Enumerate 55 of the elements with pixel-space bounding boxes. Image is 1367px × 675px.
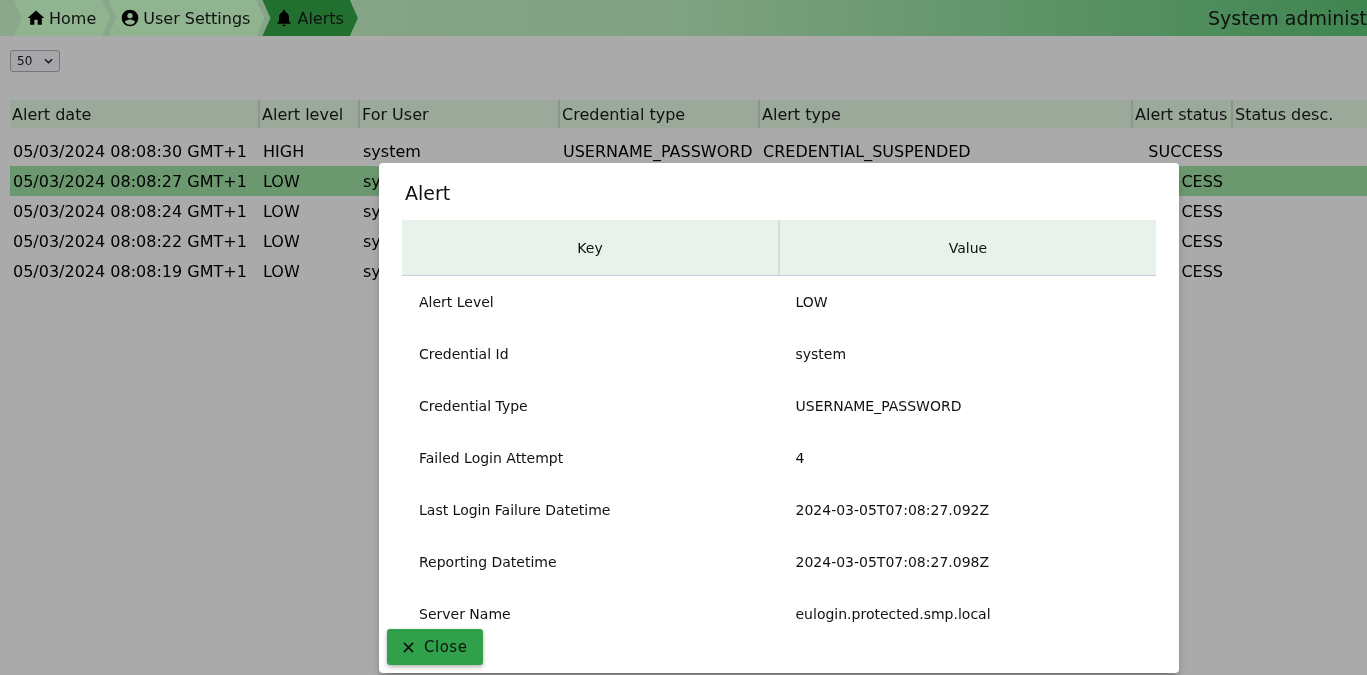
table-cell: sy [363, 171, 381, 191]
table-cell: HIGH [263, 141, 305, 161]
table-cell: eulogin.protected.smp.local [795, 606, 991, 622]
table-cell: 05/03/2024 08:08:22 GMT+1 [13, 231, 247, 251]
table-cell: 2024-03-05T07:08:27.098Z [795, 554, 990, 570]
table-cell: Server Name [419, 606, 511, 622]
user-icon [120, 8, 141, 28]
table-cell: CESS [1181, 201, 1223, 221]
table-row[interactable]: 05/03/2024 08:08:30 GMT+1 HIGH system USERNAME_PASSWORD CREDENTIAL_SUSPENDED SUCCESS [10, 136, 1367, 166]
table-cell: 05/03/2024 08:08:27 GMT+1 [13, 171, 247, 191]
column-header[interactable]: Key [402, 220, 780, 275]
column-header[interactable]: Alert status [1133, 100, 1233, 128]
table-cell: 4 [795, 450, 805, 466]
column-header[interactable]: Credential type [560, 100, 760, 128]
table-cell: CREDENTIAL_SUSPENDED [763, 141, 971, 161]
column-header[interactable]: For User [360, 100, 560, 128]
table-cell: Credential Id [419, 346, 509, 362]
table-cell: 05/03/2024 08:08:24 GMT+1 [13, 201, 247, 221]
table-cell: sy [363, 231, 381, 251]
dialog-title: Alert [404, 181, 452, 206]
table-cell: 05/03/2024 08:08:19 GMT+1 [13, 261, 247, 281]
column-header[interactable]: Status desc. [1233, 100, 1367, 128]
table-cell: sy [363, 201, 381, 221]
caret-icon [44, 58, 53, 64]
table-cell: Last Login Failure Datetime [419, 502, 611, 518]
close-button[interactable]: Close [387, 629, 484, 665]
table-cell: Reporting Datetime [419, 554, 557, 570]
header-title: System administ [1207, 7, 1367, 29]
table-cell: LOW [263, 201, 300, 221]
table-cell: CESS [1181, 171, 1223, 191]
table-cell: SUCCESS [1148, 141, 1223, 161]
table-cell: system [363, 141, 421, 161]
table-cell: sy [363, 261, 381, 281]
column-header[interactable]: Alert type [760, 100, 1133, 128]
column-header[interactable]: Value [780, 220, 1156, 275]
table-cell: LOW [795, 294, 828, 310]
table-cell: LOW [263, 261, 300, 281]
table-cell: Failed Login Attempt [419, 450, 564, 466]
table-cell: system [795, 346, 847, 362]
close-icon [403, 641, 414, 653]
table-cell: USERNAME_PASSWORD [795, 398, 962, 414]
table-cell: LOW [263, 231, 300, 251]
column-header[interactable]: Alert date [10, 100, 260, 128]
table-cell: Alert Level [419, 294, 494, 310]
page-size-select[interactable]: 50 [10, 50, 60, 72]
breadcrumb[interactable]: User Settings [108, 0, 265, 36]
table-cell: 05/03/2024 08:08:30 GMT+1 [13, 141, 247, 161]
breadcrumb[interactable]: Home [14, 0, 111, 36]
table-cell: LOW [263, 171, 300, 191]
home-icon [26, 8, 46, 28]
table-cell: CESS [1181, 261, 1223, 281]
table-cell: USERNAME_PASSWORD [563, 141, 753, 161]
table-cell: 2024-03-05T07:08:27.092Z [795, 502, 990, 518]
column-header[interactable]: Alert level [260, 100, 360, 128]
table-cell: Credential Type [419, 398, 528, 414]
